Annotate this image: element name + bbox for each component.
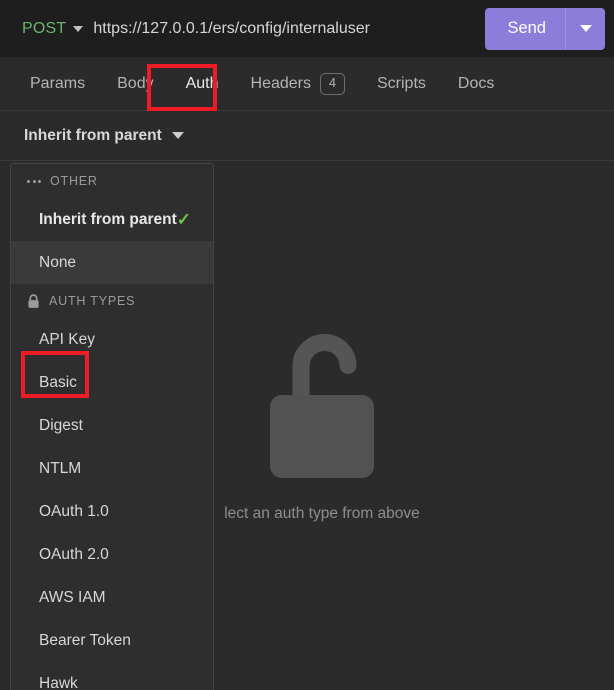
tab-params[interactable]: Params [14,57,101,110]
chevron-down-icon[interactable] [73,25,84,32]
tab-docs[interactable]: Docs [442,57,510,110]
item-label: API Key [39,330,95,348]
item-label: AWS IAM [39,588,106,606]
tab-headers[interactable]: Headers 4 [235,57,361,110]
send-button-group: Send [485,7,605,50]
tab-auth[interactable]: Auth [170,57,235,110]
tab-label: Docs [457,74,495,92]
auth-type-selector[interactable]: Inherit from parent [24,127,184,145]
check-icon: ✓ [176,210,192,229]
dropdown-section-auth-types: AUTH TYPES [11,284,213,318]
dropdown-item-oauth-1[interactable]: OAuth 1.0 [11,490,213,533]
item-label: Basic [39,373,77,391]
empty-state-content: lect an auth type from above [224,330,420,523]
request-tabs: Params Body Auth Headers 4 Scripts Docs [0,57,614,111]
dropdown-item-api-key[interactable]: API Key [11,318,213,361]
http-method-label[interactable]: POST [22,20,66,38]
tab-label: Headers [250,74,311,92]
tab-label: Auth [185,74,219,92]
dropdown-section-other: OTHER [11,164,213,198]
item-label: None [39,253,77,271]
dropdown-item-bearer-token[interactable]: Bearer Token [11,619,213,662]
dropdown-item-basic[interactable]: Basic [11,361,213,404]
ellipsis-icon [27,179,41,183]
item-label: NTLM [39,459,82,477]
tab-label: Body [117,74,154,92]
item-label: Bearer Token [39,631,131,649]
item-label: Hawk [39,674,78,690]
section-title: AUTH TYPES [49,294,136,308]
auth-type-dropdown: OTHER Inherit from parent ✓ None AUTH TY… [10,163,214,690]
auth-empty-state-pane: lect an auth type from above [214,162,614,690]
chevron-down-icon [171,132,184,139]
send-button[interactable]: Send [485,8,565,50]
section-title: OTHER [50,174,98,188]
tab-label: Scripts [377,74,426,92]
chevron-down-icon [579,25,592,32]
item-label: Inherit from parent [39,210,177,228]
tab-label: Params [30,74,86,92]
auth-type-selector-row: Inherit from parent [0,111,614,161]
dropdown-item-none[interactable]: None [11,241,213,284]
unlock-icon [260,330,384,483]
item-label: OAuth 2.0 [39,545,109,563]
dropdown-item-digest[interactable]: Digest [11,404,213,447]
item-label: Digest [39,416,83,434]
dropdown-item-oauth-2[interactable]: OAuth 2.0 [11,533,213,576]
dropdown-item-aws-iam[interactable]: AWS IAM [11,576,213,619]
send-options-button[interactable] [565,7,605,50]
auth-type-selected-value: Inherit from parent [24,126,162,144]
lock-icon [27,293,40,309]
url-input[interactable]: https://127.0.0.1/ers/config/internaluse… [92,20,477,38]
request-url-bar: POST https://127.0.0.1/ers/config/intern… [0,0,614,57]
postman-auth-screen: POST https://127.0.0.1/ers/config/intern… [0,0,614,690]
empty-state-caption: lect an auth type from above [224,504,420,522]
dropdown-item-ntlm[interactable]: NTLM [11,447,213,490]
item-label: OAuth 1.0 [39,502,109,520]
headers-count-badge: 4 [320,72,345,95]
tab-body[interactable]: Body [101,57,169,110]
tab-scripts[interactable]: Scripts [361,57,442,110]
dropdown-item-inherit-from-parent[interactable]: Inherit from parent ✓ [11,198,213,241]
dropdown-item-hawk[interactable]: Hawk [11,662,213,690]
